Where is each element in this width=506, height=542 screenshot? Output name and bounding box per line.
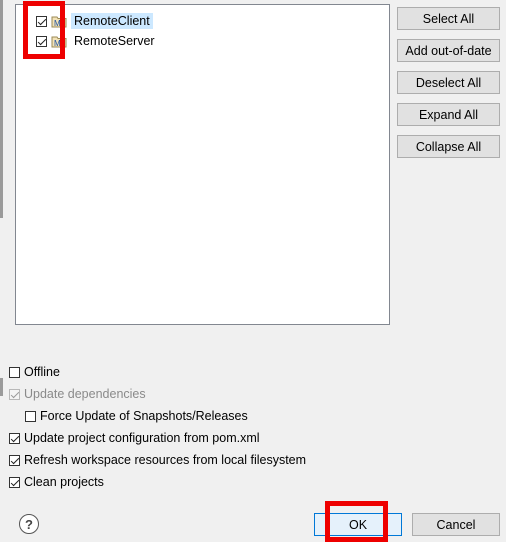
force-update-label: Force Update of Snapshots/Releases <box>40 409 248 423</box>
offline-option[interactable]: Offline <box>9 363 60 381</box>
help-icon[interactable]: ? <box>19 514 39 534</box>
refresh-workspace-checkbox[interactable] <box>9 454 20 466</box>
refresh-workspace-option[interactable]: Refresh workspace resources from local f… <box>9 451 306 469</box>
left-edge-mark <box>0 378 3 396</box>
remoteclient-checkbox[interactable] <box>36 15 47 27</box>
update-project-config-checkbox[interactable] <box>9 432 20 444</box>
remoteserver-checkbox[interactable] <box>36 35 47 47</box>
force-update-checkbox[interactable] <box>25 410 36 422</box>
refresh-workspace-label: Refresh workspace resources from local f… <box>24 453 307 467</box>
tree-item-remoteserver[interactable]: M RemoteServer <box>36 31 158 51</box>
maven-project-icon: M <box>51 16 67 28</box>
left-edge-bar <box>0 0 3 218</box>
cancel-button[interactable]: Cancel <box>412 513 500 536</box>
offline-label: Offline <box>24 365 60 379</box>
tree-item-label: RemoteClient <box>71 13 153 29</box>
offline-checkbox[interactable] <box>9 366 20 378</box>
collapse-all-button[interactable]: Collapse All <box>397 135 500 158</box>
clean-projects-checkbox[interactable] <box>9 476 20 488</box>
expand-all-button[interactable]: Expand All <box>397 103 500 126</box>
maven-project-icon: M <box>51 36 67 48</box>
clean-projects-label: Clean projects <box>24 475 104 489</box>
project-tree[interactable]: M RemoteClient M RemoteServer <box>15 4 390 325</box>
deselect-all-button[interactable]: Deselect All <box>397 71 500 94</box>
tree-item-label: RemoteServer <box>74 34 155 48</box>
update-dependencies-checkbox <box>9 388 20 400</box>
ok-button[interactable]: OK <box>314 513 402 536</box>
force-update-option[interactable]: Force Update of Snapshots/Releases <box>25 407 248 425</box>
svg-text:M: M <box>54 19 61 28</box>
tree-item-remoteclient[interactable]: M RemoteClient <box>36 11 153 31</box>
select-all-button[interactable]: Select All <box>397 7 500 30</box>
add-out-of-date-button[interactable]: Add out-of-date <box>397 39 500 62</box>
update-dependencies-label: Update dependencies <box>24 387 146 401</box>
clean-projects-option[interactable]: Clean projects <box>9 473 104 491</box>
update-project-config-option[interactable]: Update project configuration from pom.xm… <box>9 429 260 447</box>
svg-text:M: M <box>54 39 61 48</box>
update-dependencies-option: Update dependencies <box>9 385 146 403</box>
update-project-config-label: Update project configuration from pom.xm… <box>24 431 260 445</box>
